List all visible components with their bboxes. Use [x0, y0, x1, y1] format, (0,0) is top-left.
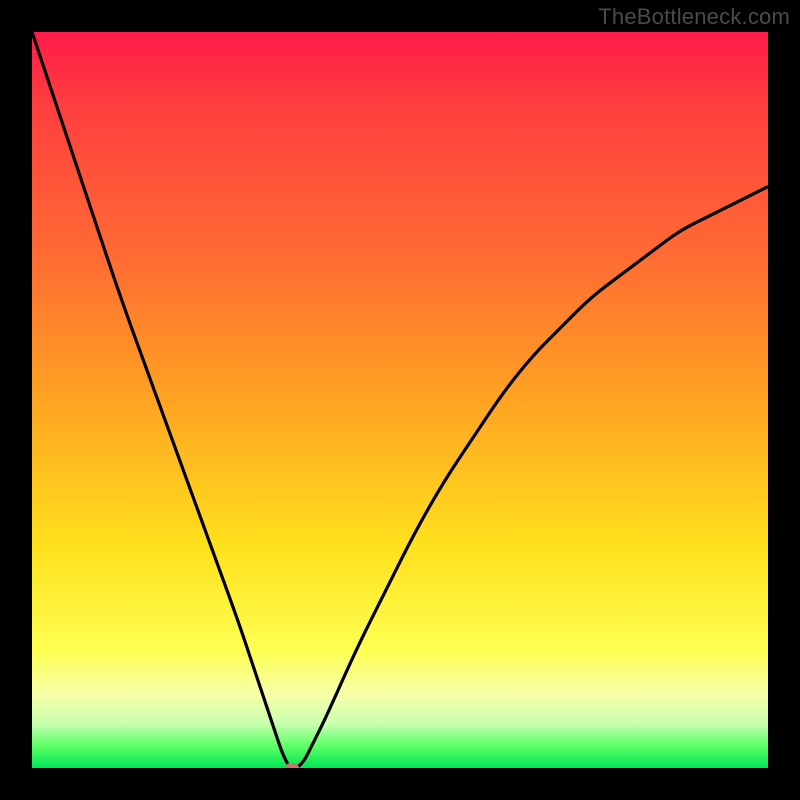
bottleneck-curve-svg — [32, 32, 768, 768]
chart-frame: TheBottleneck.com — [0, 0, 800, 800]
optimal-point-marker — [285, 763, 299, 768]
bottleneck-curve-path — [32, 32, 768, 768]
watermark-text: TheBottleneck.com — [598, 4, 790, 30]
plot-area — [32, 32, 768, 768]
